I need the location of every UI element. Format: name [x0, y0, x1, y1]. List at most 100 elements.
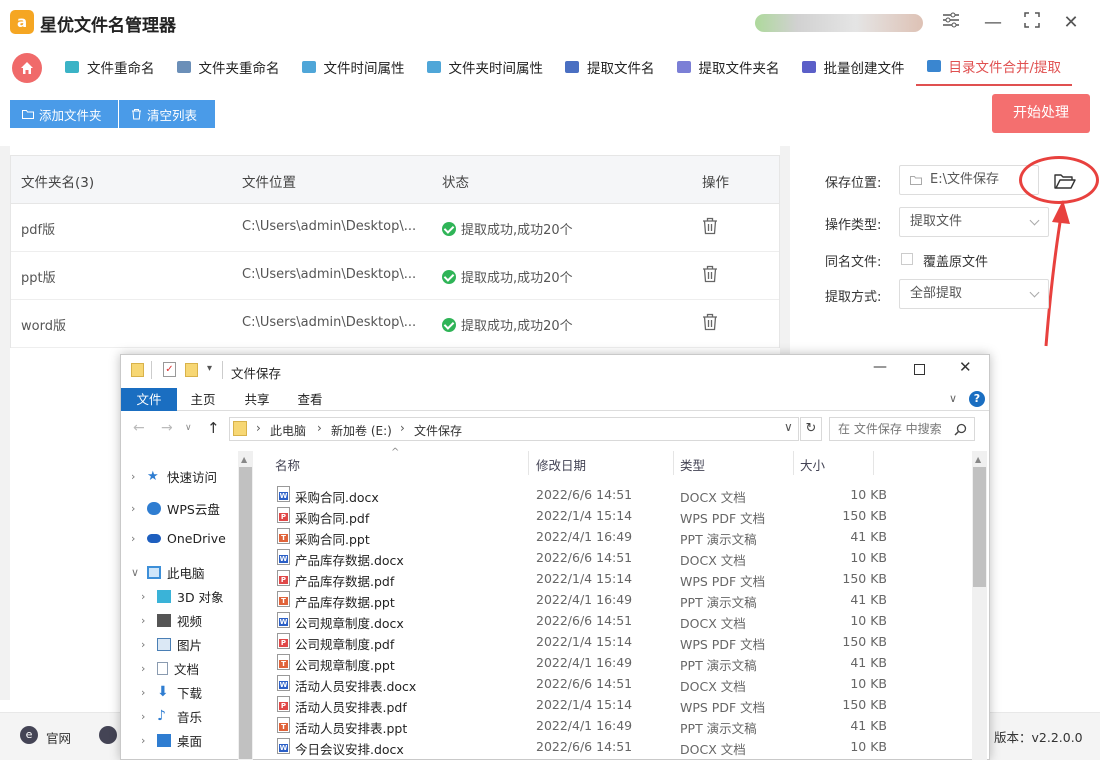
properties-check-icon[interactable]: ✓: [163, 362, 176, 377]
settings-sliders-icon[interactable]: [938, 10, 964, 36]
forward-arrow-icon[interactable]: →: [161, 420, 173, 436]
user-account-blurred[interactable]: [755, 14, 923, 32]
table-row[interactable]: ppt版 C:\Users\admin\Desktop\... 提取成功,成功2…: [11, 252, 779, 300]
file-row[interactable]: P 产品库存数据.pdf 2022/1/4 15:14 WPS PDF 文档 150 K…: [273, 568, 973, 589]
minimize-icon[interactable]: —: [980, 10, 1006, 36]
nav-item-wps-cloud[interactable]: › WPS云盘: [131, 499, 220, 518]
tab-batch-create[interactable]: 批量创建文件: [791, 48, 916, 86]
new-folder-icon[interactable]: [185, 363, 198, 377]
explorer-maximize-icon[interactable]: [914, 364, 925, 375]
file-row[interactable]: P 活动人员安排表.pdf 2022/1/4 15:14 WPS PDF 文档 150 …: [273, 694, 973, 715]
function-tabs: 文件重命名 文件夹重命名 文件时间属性 文件夹时间属性 提取文件名 提取文件夹名…: [54, 48, 1073, 86]
file-date: 2022/4/1 16:49: [536, 529, 633, 544]
back-arrow-icon[interactable]: ←: [133, 420, 145, 436]
nav-item-pictures[interactable]: › 图片: [141, 635, 202, 654]
clear-list-button[interactable]: 清空列表: [119, 100, 215, 128]
help-icon[interactable]: ?: [969, 391, 985, 407]
explorer-minimize-icon[interactable]: —: [873, 359, 887, 375]
tab-extract-foldername[interactable]: 提取文件夹名: [666, 48, 791, 86]
file-size: 150 KB: [842, 634, 887, 649]
file-row[interactable]: W 产品库存数据.docx 2022/6/6 14:51 DOCX 文档 10 KB: [273, 547, 973, 568]
navigation-pane: › ★ 快速访问 › WPS云盘 › OneDrive ∨ 此电脑 › 3D 对象 › 视频 …: [121, 451, 253, 760]
same-name-label: 同名文件:: [825, 255, 882, 270]
tab-file-rename[interactable]: 文件重命名: [54, 48, 166, 86]
tab-extract-filename[interactable]: 提取文件名: [554, 48, 666, 86]
word-file-icon: W: [277, 675, 290, 691]
website-link[interactable]: 官网: [46, 728, 71, 747]
chevron-down-icon: [1029, 215, 1040, 226]
website-icon[interactable]: e: [20, 726, 38, 744]
nav-item-this-pc[interactable]: ∨ 此电脑: [131, 563, 205, 582]
ribbon-tab-share[interactable]: 共享: [233, 388, 281, 411]
file-row[interactable]: P 公司规章制度.pdf 2022/1/4 15:14 WPS PDF 文档 150 K…: [273, 631, 973, 652]
nav-item-onedrive[interactable]: › OneDrive: [131, 531, 226, 546]
file-row[interactable]: W 今日会议安排.docx 2022/6/6 14:51 DOCX 文档 10 KB: [273, 736, 973, 757]
breadcrumb-this-pc[interactable]: 此电脑: [270, 422, 306, 439]
address-dropdown-icon[interactable]: ∨: [784, 420, 793, 434]
file-row[interactable]: T 活动人员安排表.ppt 2022/4/1 16:49 PPT 演示文稿 41 KB: [273, 715, 973, 736]
nav-item-downloads[interactable]: › ⬇ 下载: [141, 683, 202, 702]
start-processing-button[interactable]: 开始处理: [992, 94, 1090, 133]
ribbon-tab-home[interactable]: 主页: [179, 388, 227, 411]
extract-method-select[interactable]: 全部提取: [899, 279, 1049, 309]
file-row[interactable]: T 公司规章制度.ppt 2022/4/1 16:49 PPT 演示文稿 41 KB: [273, 652, 973, 673]
file-list-scrollbar[interactable]: ▲: [972, 451, 987, 760]
tab-folder-rename[interactable]: 文件夹重命名: [166, 48, 291, 86]
nav-item-desktop[interactable]: › 桌面: [141, 731, 202, 750]
file-type: PPT 演示文稿: [680, 595, 757, 610]
nav-item-3d-objects[interactable]: › 3D 对象: [141, 587, 224, 606]
overwrite-checkbox[interactable]: [901, 253, 913, 265]
col-type[interactable]: 类型: [680, 455, 705, 474]
file-date: 2022/6/6 14:51: [536, 487, 633, 502]
nav-item-videos[interactable]: › 视频: [141, 611, 202, 630]
quick-access-dropdown-icon[interactable]: ▾: [207, 363, 212, 374]
save-location-input[interactable]: E:\文件保存: [899, 165, 1039, 195]
explorer-close-icon[interactable]: ✕: [959, 358, 972, 376]
table-row[interactable]: word版 C:\Users\admin\Desktop\... 提取成功,成功…: [11, 300, 779, 348]
recent-dropdown-icon[interactable]: ∨: [185, 423, 192, 433]
file-row[interactable]: W 公司规章制度.docx 2022/6/6 14:51 DOCX 文档 10 KB: [273, 610, 973, 631]
file-row[interactable]: W 活动人员安排表.docx 2022/6/6 14:51 DOCX 文档 10 KB: [273, 673, 973, 694]
up-arrow-icon[interactable]: ↑: [207, 419, 220, 437]
ribbon-tab-view[interactable]: 查看: [286, 388, 334, 411]
col-folder-name: 文件夹名(3): [21, 175, 95, 191]
file-name: 公司规章制度.docx: [295, 616, 404, 631]
nav-scrollbar[interactable]: ▲: [238, 451, 253, 760]
col-size[interactable]: 大小: [800, 455, 825, 474]
search-input[interactable]: 在 文件保存 中搜索: [829, 417, 975, 441]
col-name[interactable]: 名称: [275, 455, 300, 474]
tab-directory-merge-extract[interactable]: 目录文件合并/提取: [915, 48, 1073, 86]
refresh-icon[interactable]: ↻: [800, 417, 822, 441]
nav-item-documents[interactable]: › 文档: [141, 659, 199, 678]
ribbon-expand-icon[interactable]: ∨: [949, 392, 957, 405]
breadcrumb-folder[interactable]: 文件保存: [414, 422, 462, 439]
delete-row-button[interactable]: [702, 217, 718, 239]
address-bar[interactable]: › 此电脑 › 新加卷 (E:) › 文件保存 ∨: [229, 417, 799, 441]
file-row[interactable]: T 采购合同.ppt 2022/4/1 16:49 PPT 演示文稿 41 KB: [273, 526, 973, 547]
maximize-icon[interactable]: [1019, 10, 1045, 36]
nav-item-quick-access[interactable]: › ★ 快速访问: [131, 467, 217, 486]
file-row[interactable]: P 采购合同.pdf 2022/1/4 15:14 WPS PDF 文档 150 KB: [273, 505, 973, 526]
ribbon-tab-file[interactable]: 文件: [121, 388, 177, 411]
file-name: 活动人员安排表.pdf: [295, 700, 407, 715]
ppt-file-icon: T: [277, 591, 290, 607]
tab-file-time[interactable]: 文件时间属性: [291, 48, 416, 86]
chat-icon[interactable]: [99, 726, 117, 744]
file-size: 41 KB: [850, 718, 887, 733]
close-icon[interactable]: ✕: [1058, 10, 1084, 36]
tab-folder-time[interactable]: 文件夹时间属性: [416, 48, 555, 86]
home-button[interactable]: [12, 53, 42, 83]
delete-row-button[interactable]: [702, 265, 718, 287]
table-row[interactable]: pdf版 C:\Users\admin\Desktop\... 提取成功,成功2…: [11, 204, 779, 252]
chevron-down-icon: [1029, 287, 1040, 298]
file-date: 2022/4/1 16:49: [536, 592, 633, 607]
nav-item-music[interactable]: › ♪ 音乐: [141, 707, 202, 726]
breadcrumb-drive[interactable]: 新加卷 (E:): [331, 422, 392, 439]
operation-type-select[interactable]: 提取文件: [899, 207, 1049, 237]
trash-icon: [132, 109, 141, 120]
col-date[interactable]: 修改日期: [536, 455, 586, 474]
add-folder-button[interactable]: 添加文件夹: [10, 100, 118, 128]
file-row[interactable]: T 产品库存数据.ppt 2022/4/1 16:49 PPT 演示文稿 41 KB: [273, 589, 973, 610]
delete-row-button[interactable]: [702, 313, 718, 335]
file-row[interactable]: W 采购合同.docx 2022/6/6 14:51 DOCX 文档 10 KB: [273, 484, 973, 505]
